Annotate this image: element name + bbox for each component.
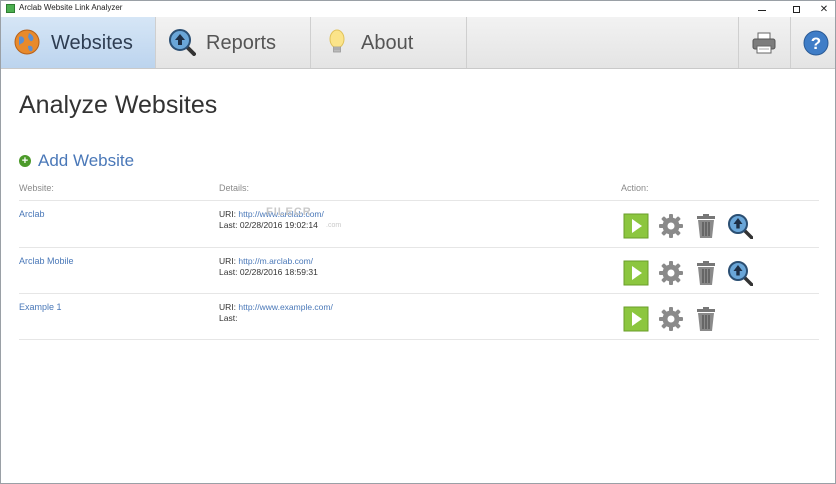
view-report-icon[interactable] [727,260,753,286]
tab-about[interactable]: About [311,17,467,68]
maximize-button[interactable] [781,1,811,17]
add-website-button[interactable]: + Add Website [19,151,134,171]
website-url-link[interactable]: http://www.example.com/ [238,302,332,312]
tab-reports-label: Reports [206,32,277,54]
close-button[interactable]: ✕ [809,1,835,17]
tab-websites-label: Websites [51,32,133,54]
close-icon: ✕ [819,3,829,15]
column-header-details: Details: [219,183,250,193]
trash-icon[interactable] [693,306,719,332]
help-icon: ? [803,30,829,55]
last-label: Last: [219,313,238,323]
tab-about-label: About [361,32,414,54]
gear-icon[interactable] [658,260,684,286]
table-row: Arclab URI: http://www.arclab.com/ Last:… [19,201,819,247]
website-url-link[interactable]: http://m.arclab.com/ [238,256,313,266]
app-window: Arclab Website Link Analyzer ✕ Websites … [0,0,836,484]
table-row: Arclab Mobile URI: http://m.arclab.com/ … [19,248,819,294]
tab-websites[interactable]: Websites [1,17,156,68]
row-divider [19,339,819,340]
minimize-button[interactable] [747,1,777,17]
run-icon[interactable] [623,213,649,239]
toolbar: Websites Reports About ? [1,17,835,69]
trash-icon[interactable] [693,260,719,286]
title-bar: Arclab Website Link Analyzer ✕ [1,1,835,17]
last-label: Last: [219,267,238,277]
gear-icon[interactable] [658,213,684,239]
view-report-icon[interactable] [727,213,753,239]
uri-label: URI: [219,209,236,219]
website-details: URI: http://www.arclab.com/ Last: 02/28/… [219,209,324,231]
trash-icon[interactable] [693,213,719,239]
column-header-action: Action: [621,183,649,193]
window-title: Arclab Website Link Analyzer [19,3,123,12]
page-title: Analyze Websites [19,91,218,119]
website-name-link[interactable]: Arclab [19,209,45,219]
magnifier-icon [169,29,196,56]
table-row: Example 1 URI: http://www.example.com/ L… [19,294,819,340]
last-run-value: 02/28/2016 18:59:31 [239,267,318,277]
uri-label: URI: [219,302,236,312]
column-header-website: Website: [19,183,54,193]
help-button[interactable]: ? [791,17,835,68]
website-url-link[interactable]: http://www.arclab.com/ [238,209,324,219]
app-icon [6,4,15,13]
run-icon[interactable] [623,260,649,286]
print-button[interactable] [739,17,789,68]
website-details: URI: http://m.arclab.com/ Last: 02/28/20… [219,256,318,278]
website-name-link[interactable]: Example 1 [19,302,62,312]
add-icon: + [19,155,31,167]
tab-reports[interactable]: Reports [156,17,311,68]
run-icon[interactable] [623,306,649,332]
printer-icon [752,32,776,53]
minimize-icon [758,9,766,11]
svg-text:?: ? [811,34,821,53]
add-website-label: Add Website [38,151,135,170]
lightbulb-icon [329,29,345,53]
last-label: Last: [219,220,238,230]
globe-icon [14,29,40,55]
gear-icon[interactable] [658,306,684,332]
maximize-icon [792,5,800,13]
website-details: URI: http://www.example.com/ Last: [219,302,333,324]
website-name-link[interactable]: Arclab Mobile [19,256,74,266]
last-run-value: 02/28/2016 19:02:14 [239,220,318,230]
uri-label: URI: [219,256,236,266]
